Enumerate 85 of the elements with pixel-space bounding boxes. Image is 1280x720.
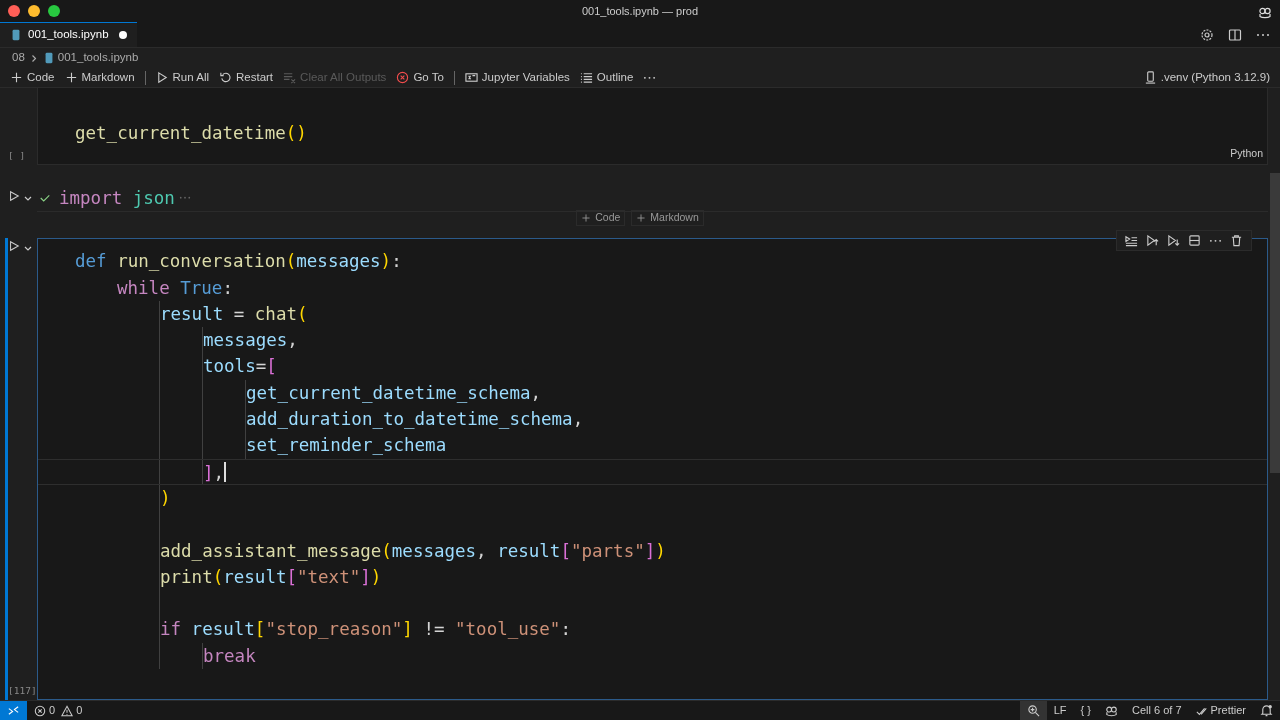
code-line: add_duration_to_datetime_schema, [246, 408, 584, 432]
code-line: print(result["text"]) [160, 565, 382, 589]
run-above-icon [1146, 234, 1159, 248]
split-editor-icon [1228, 27, 1242, 42]
plus-icon [64, 71, 78, 84]
code-line: ], [203, 461, 225, 484]
error-icon [396, 71, 410, 84]
code-line: import json [59, 186, 175, 210]
code-line: result = chat( [160, 302, 308, 326]
formatter-button[interactable]: Prettier [1188, 700, 1253, 720]
run-cell-button[interactable] [8, 190, 20, 203]
status-item[interactable]: Cell 6 of 7 [1125, 700, 1189, 720]
kernel-picker[interactable]: .venv (Python 3.12.9) [1139, 68, 1274, 87]
plus-icon [10, 71, 23, 84]
run-icon [155, 71, 169, 84]
toolbar-button[interactable]: Go To [392, 68, 448, 87]
code-line: tools=[ [203, 355, 277, 379]
split-cell-icon [1188, 234, 1201, 248]
bell-icon [1260, 704, 1273, 717]
kernel-icon [1143, 71, 1157, 84]
plus-icon [581, 213, 592, 224]
text-cursor [224, 461, 227, 482]
minimize-button[interactable] [28, 5, 40, 17]
toolbar-button[interactable]: Outline [575, 68, 638, 87]
plus-icon [636, 213, 647, 224]
code-line: break [203, 644, 256, 668]
toolbar-button[interactable]: Restart [215, 68, 278, 87]
run-line-button[interactable] [1123, 234, 1140, 248]
code-line: get_current_datetime() [75, 122, 307, 145]
copilot-icon [1105, 704, 1118, 717]
run-above-button[interactable] [1144, 234, 1161, 248]
code-line: if result["stop_reason"] != "tool_use": [160, 618, 571, 642]
scrollbar-thumb[interactable] [1270, 173, 1280, 473]
chevron-icon [24, 246, 32, 252]
zoom-in-icon [1026, 704, 1040, 717]
run-cell-button[interactable] [8, 240, 20, 253]
warning-icon [61, 704, 74, 717]
remote-button[interactable] [0, 700, 27, 720]
chevron-icon [24, 196, 32, 202]
add-cell-button[interactable]: Code [576, 210, 626, 227]
error-icon [34, 704, 46, 717]
problems-button[interactable]: 0 0 [27, 700, 90, 720]
code-line: messages, [203, 329, 298, 353]
settings-icon [1200, 27, 1214, 42]
code-line: set_reminder_schema [246, 434, 447, 458]
breadcrumb-item[interactable]: 08 [12, 49, 25, 67]
code-line: while True: [117, 276, 233, 300]
status-item[interactable]: LF [1046, 700, 1074, 720]
window-title: 001_tools.ipynb — prod [580, 3, 700, 19]
toolbar-button[interactable]: Run All [151, 68, 213, 87]
execution-count: [ ] [8, 149, 26, 164]
language-label: Python [1229, 146, 1264, 161]
restart-icon [219, 71, 232, 84]
editor-tab[interactable]: 001_tools.ipynb [0, 22, 137, 47]
code-line: ) [160, 486, 171, 510]
execution-count: [117] [8, 683, 37, 698]
run-icon [8, 190, 20, 203]
notebook-file-icon [10, 29, 22, 41]
run-below-button[interactable] [1165, 234, 1182, 248]
split-cell-button[interactable] [1186, 234, 1203, 248]
code-line: get_current_datetime_schema, [246, 381, 542, 405]
toolbar-button[interactable]: Code [6, 68, 59, 87]
run-icon [8, 240, 20, 253]
zoom-button[interactable] [1019, 700, 1047, 720]
variables-icon [464, 71, 478, 84]
remote-icon [7, 704, 20, 717]
toolbar-button[interactable]: Markdown [60, 68, 139, 87]
breadcrumb-item[interactable]: 001_tools.ipynb [42, 49, 139, 67]
code-line: add_assistant_message(messages, result["parts"]) [160, 539, 666, 563]
maximize-button[interactable] [48, 5, 60, 17]
folded-code-icon [178, 196, 191, 200]
run-line-icon [1125, 234, 1138, 248]
toolbar-button[interactable]: Jupyter Variables [460, 68, 574, 87]
add-cell-button[interactable]: Markdown [631, 210, 704, 227]
run-below-icon [1167, 234, 1180, 248]
status-item[interactable]: { } [1073, 700, 1098, 720]
clear-icon [283, 71, 297, 84]
code-line: def run_conversation(messages): [75, 250, 402, 274]
more-icon [643, 75, 657, 80]
outline-icon [579, 71, 593, 84]
delete-icon [1230, 234, 1243, 248]
chevron-icon [31, 54, 37, 62]
more-icon [1209, 238, 1222, 243]
more-icon [1256, 32, 1270, 37]
close-button[interactable] [8, 5, 20, 17]
